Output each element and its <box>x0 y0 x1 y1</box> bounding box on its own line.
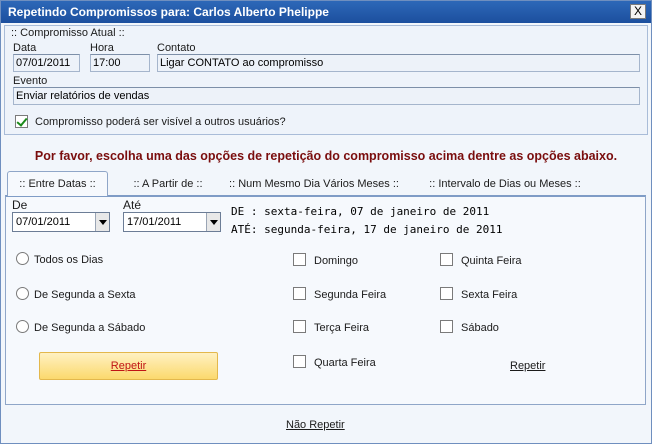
evento-label: Evento <box>13 75 48 87</box>
repeat-weekdays-link[interactable]: Repetir <box>510 360 545 372</box>
visible-label: Compromisso poderá ser visível a outros … <box>35 116 286 128</box>
de-label: De <box>12 198 28 212</box>
no-repeat-link[interactable]: Não Repetir <box>286 419 345 431</box>
checkbox-terca[interactable] <box>293 320 306 333</box>
weekday-label: Sexta Feira <box>461 289 518 301</box>
window-title: Repetindo Compromissos para: Carlos Albe… <box>8 5 329 19</box>
tab-num-mesmo-dia[interactable]: :: Num Mesmo Dia Vários Meses :: <box>223 174 405 194</box>
radio-label: De Segunda a Sexta <box>34 289 136 301</box>
radio-label: De Segunda a Sábado <box>34 322 146 334</box>
repeat-appointment-window: Repetindo Compromissos para: Carlos Albe… <box>0 0 652 444</box>
radio-segunda-a-sabado[interactable] <box>16 320 29 333</box>
tab-entre-datas[interactable]: :: Entre Datas :: <box>7 171 108 196</box>
repeat-button[interactable]: Repetir <box>39 352 218 380</box>
checkbox-segunda[interactable] <box>293 287 306 300</box>
tab-a-partir-de[interactable]: :: A Partir de :: <box>118 174 218 194</box>
group-title: :: Compromisso Atual :: <box>11 27 125 39</box>
weekday-label: Sábado <box>461 322 499 334</box>
title-bar: Repetindo Compromissos para: Carlos Albe… <box>1 1 651 23</box>
data-label: Data <box>13 42 37 54</box>
summary-de: DE : sexta-feira, 07 de janeiro de 2011 <box>231 205 490 218</box>
weekday-label: Quarta Feira <box>314 357 376 369</box>
visible-checkbox[interactable] <box>15 115 28 128</box>
current-appointment-group: :: Compromisso Atual :: Data 07/01/2011 … <box>4 25 648 135</box>
close-button[interactable]: X <box>630 4 646 19</box>
radio-label: Todos os Dias <box>34 254 104 266</box>
weekday-label: Terça Feira <box>314 322 370 334</box>
ate-date-value: 17/01/2011 <box>127 216 182 228</box>
ate-label: Até <box>123 198 142 212</box>
checkbox-domingo[interactable] <box>293 253 306 266</box>
entre-datas-panel: De 07/01/2011 Até 17/01/2011 DE : sexta-… <box>5 195 646 405</box>
chevron-down-icon[interactable] <box>206 213 220 231</box>
repeat-tabs: :: Entre Datas :: :: A Partir de :: :: N… <box>5 171 645 196</box>
summary-ate: ATÉ: segunda-feira, 17 de janeiro de 201… <box>231 223 503 236</box>
hora-label: Hora <box>90 42 114 54</box>
weekday-label: Segunda Feira <box>314 289 387 301</box>
de-date-value: 07/01/2011 <box>16 216 71 228</box>
ate-date-picker[interactable]: 17/01/2011 <box>123 212 221 232</box>
date-field: 07/01/2011 <box>13 54 80 72</box>
de-date-picker[interactable]: 07/01/2011 <box>12 212 110 232</box>
contato-label: Contato <box>157 42 196 54</box>
time-field: 17:00 <box>90 54 150 72</box>
weekday-label: Domingo <box>314 255 359 267</box>
contact-field: Ligar CONTATO ao compromisso <box>157 54 640 72</box>
weekday-label: Quinta Feira <box>461 255 522 267</box>
checkbox-sabado[interactable] <box>440 320 453 333</box>
checkbox-sexta[interactable] <box>440 287 453 300</box>
event-field: Enviar relatórios de vendas <box>13 87 640 105</box>
chevron-down-icon[interactable] <box>95 213 109 231</box>
instruction-text: Por favor, escolha uma das opções de rep… <box>34 149 618 163</box>
radio-todos-os-dias[interactable] <box>16 252 29 265</box>
radio-segunda-a-sexta[interactable] <box>16 287 29 300</box>
checkbox-quinta[interactable] <box>440 253 453 266</box>
checkbox-quarta[interactable] <box>293 355 306 368</box>
tab-intervalo[interactable]: :: Intervalo de Dias ou Meses :: <box>420 174 590 194</box>
